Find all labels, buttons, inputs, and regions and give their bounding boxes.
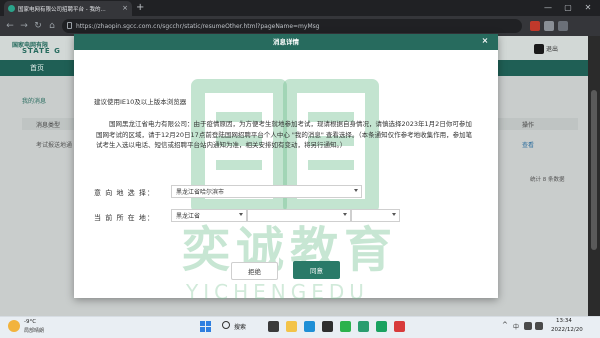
windows-start-icon[interactable] (200, 321, 211, 332)
nav-home-link[interactable]: 首页 (30, 63, 44, 73)
chevron-down-icon (354, 189, 358, 192)
intent-select[interactable]: 黑龙江省哈尔滨市 (171, 185, 362, 198)
minimize-button[interactable]: — (540, 2, 556, 13)
taskbar (0, 316, 600, 338)
agree-button[interactable]: 同意 (293, 261, 340, 279)
menu-icon[interactable] (558, 21, 568, 31)
site-logo-subtitle: STATE G (22, 47, 61, 55)
intent-select-value: 黑龙江省哈尔滨市 (176, 189, 225, 196)
chat-app-icon[interactable] (376, 321, 387, 332)
table-row-type: 考试报送地通 (36, 142, 73, 149)
profile-icon[interactable] (544, 21, 554, 31)
wechat-icon[interactable] (340, 321, 351, 332)
forward-button[interactable]: → (18, 20, 30, 32)
city-select[interactable] (247, 209, 351, 222)
reject-button[interactable]: 拒绝 (231, 262, 278, 280)
table-row-view-link[interactable]: 查看 (522, 140, 534, 149)
district-select[interactable] (351, 209, 400, 222)
reload-button[interactable]: ↻ (32, 20, 44, 32)
app-icon[interactable] (358, 321, 369, 332)
browser-tab[interactable]: 国家电网有限公司招聘平台 - 我的... × (4, 1, 132, 16)
chrome-browser-icon[interactable] (322, 321, 333, 332)
extension-icon[interactable] (530, 21, 540, 31)
edge-browser-icon[interactable] (304, 321, 315, 332)
pager-text: 统计 8 条数据 (530, 177, 565, 183)
scrollbar-thumb[interactable] (591, 90, 597, 250)
wps-icon[interactable] (394, 321, 405, 332)
modal-title: 消息详情 (273, 38, 299, 46)
chevron-down-icon (343, 213, 347, 216)
volume-icon[interactable] (535, 322, 543, 330)
lock-icon (67, 22, 72, 29)
province-select[interactable]: 黑龙江省 (171, 209, 247, 222)
home-button[interactable]: ⌂ (46, 20, 58, 32)
input-language-indicator[interactable]: 中 (513, 322, 519, 331)
taskbar-search-label[interactable]: 搜索 (234, 322, 246, 331)
weather-icon[interactable] (8, 320, 20, 332)
table-col-type: 消息类型 (36, 122, 61, 129)
current-location-label: 当 前 所 在 地： (94, 214, 155, 222)
chevron-down-icon (239, 213, 243, 216)
wifi-icon[interactable] (524, 322, 532, 330)
tray-chevron-up-icon[interactable]: ^ (502, 321, 508, 329)
weather-temp: -9°C (24, 319, 37, 325)
chevron-down-icon (392, 213, 396, 216)
maximize-button[interactable]: ▢ (560, 2, 576, 13)
section-title: 我的消息 (22, 98, 47, 105)
window-close-button[interactable]: ✕ (580, 2, 596, 13)
modal-close-icon[interactable]: × (480, 35, 490, 47)
province-select-value: 黑龙江省 (176, 213, 201, 220)
table-col-action: 操作 (522, 122, 535, 129)
new-tab-button[interactable]: + (136, 2, 144, 14)
clock-date[interactable]: 2022/12/20 (551, 327, 583, 333)
url-bar[interactable]: https://zhaopin.sgcc.com.cn/sgcchr/stati… (62, 19, 522, 33)
user-avatar[interactable] (534, 44, 544, 54)
task-view-icon[interactable] (268, 321, 279, 332)
tab-title: 国家电网有限公司招聘平台 - 我的... (18, 6, 106, 13)
weather-desc: 局部晴朗 (24, 328, 45, 334)
site-favicon-icon (8, 5, 15, 12)
tab-close-icon[interactable]: × (122, 5, 128, 12)
logout-link[interactable]: 退出 (546, 44, 558, 53)
back-button[interactable]: ← (4, 20, 16, 32)
browser-hint: 建议使用IE10及以上版本浏览器 (94, 98, 187, 106)
clock-time[interactable]: 13:34 (556, 318, 572, 324)
watermark-en-text: YICHENGEDU (186, 280, 369, 304)
search-icon[interactable] (222, 321, 230, 329)
url-text: https://zhaopin.sgcc.com.cn/sgcchr/stati… (76, 22, 320, 30)
notice-text: 国网黑龙江省电力有限公司：由于疫情原因，为方便考生就地参加考试，现请根据自身情况… (96, 120, 473, 149)
file-explorer-icon[interactable] (286, 321, 297, 332)
intent-label: 意 向 地 选 择： (94, 189, 155, 197)
